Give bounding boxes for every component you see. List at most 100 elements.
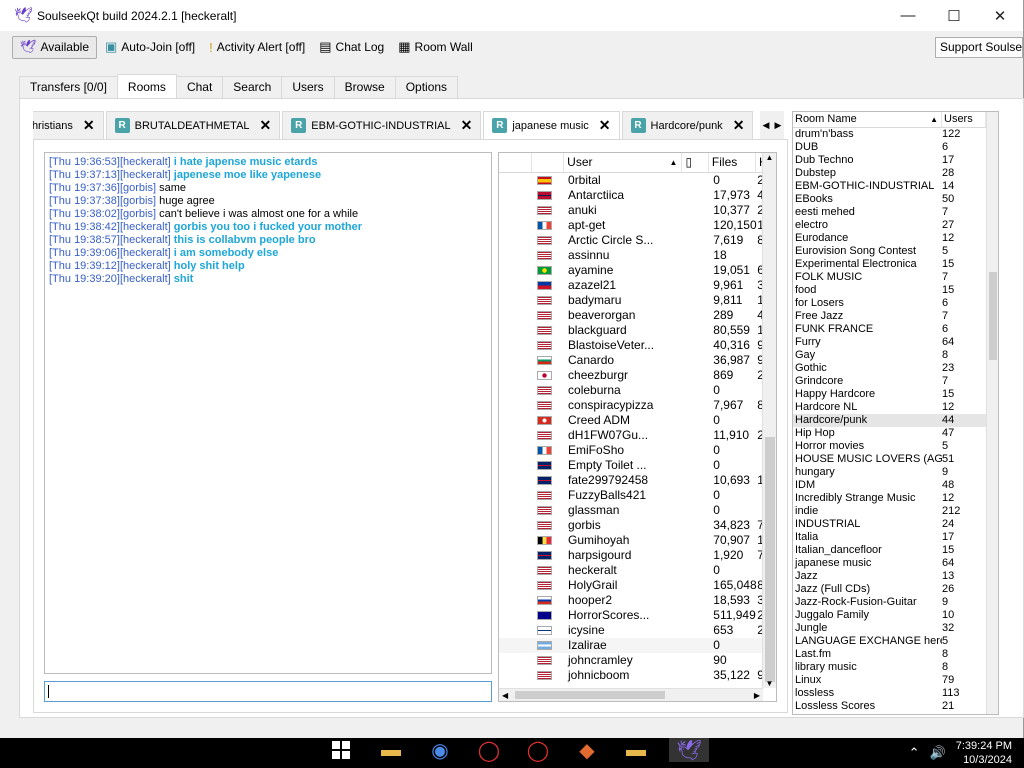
room-row[interactable]: FOLK MUSIC 7: [793, 271, 998, 284]
user-name[interactable]: Creed ADM: [566, 413, 684, 428]
file-explorer-icon[interactable]: ▬: [376, 738, 406, 762]
room-row[interactable]: eesti mehed 7: [793, 206, 998, 219]
chat-username[interactable]: [heckeralt]: [120, 260, 171, 272]
room-name-column-header[interactable]: Room Name ▲: [793, 112, 942, 127]
room-tab[interactable]: R Hardcore/punk ✕: [621, 111, 754, 139]
close-icon[interactable]: ✕: [83, 117, 95, 134]
tab-transfers[interactable]: Transfers [0/0]: [19, 76, 118, 98]
user-name[interactable]: 0rbital: [566, 173, 684, 188]
room-row[interactable]: Gothic 23: [793, 362, 998, 375]
chat-username[interactable]: [gorbis]: [120, 208, 156, 220]
table-row[interactable]: harpsigourd1,920783: [499, 548, 776, 563]
room-row[interactable]: DUB 6: [793, 141, 998, 154]
room-row[interactable]: Last.fm 8: [793, 648, 998, 661]
tab-users[interactable]: Users: [281, 76, 335, 98]
user-name[interactable]: icysine: [566, 623, 684, 638]
chrome-icon[interactable]: ◉: [425, 738, 455, 762]
activity-alert-button[interactable]: ! Activity Alert [off]: [203, 36, 311, 59]
table-row[interactable]: 0rbital0258: [499, 173, 776, 188]
room-row[interactable]: Jazz (Full CDs) 26: [793, 583, 998, 596]
user-list-hscroll[interactable]: ◀ ▶: [499, 688, 763, 701]
table-row[interactable]: HolyGrail165,048804: [499, 578, 776, 593]
room-row[interactable]: Horror movies 5: [793, 440, 998, 453]
folder-icon[interactable]: ▬: [621, 738, 651, 762]
hscroll-thumb[interactable]: [515, 691, 665, 699]
room-row[interactable]: Free Jazz 7: [793, 310, 998, 323]
room-row[interactable]: hungary 9: [793, 466, 998, 479]
room-row[interactable]: Eurodance 12: [793, 232, 998, 245]
note-icon[interactable]: ▯: [682, 153, 709, 172]
table-row[interactable]: Izalirae 0: [499, 638, 776, 653]
soulseek-taskbar-icon[interactable]: 🕊: [669, 738, 709, 762]
user-name[interactable]: Arctic Circle S...: [566, 233, 684, 248]
room-row[interactable]: Italian_dancefloor 15: [793, 544, 998, 557]
chat-username[interactable]: [heckeralt]: [120, 221, 171, 233]
room-row[interactable]: FUNK FRANCE 6: [793, 323, 998, 336]
user-name[interactable]: Antarctiica: [566, 188, 684, 203]
user-name[interactable]: fate299792458: [566, 473, 684, 488]
user-name[interactable]: coleburna: [566, 383, 684, 398]
room-scroll-thumb[interactable]: [989, 272, 997, 360]
room-tab[interactable]: Rjapanese music ✕: [483, 111, 620, 139]
files-column-header[interactable]: Files: [709, 153, 757, 172]
user-name[interactable]: blackguard: [566, 323, 684, 338]
user-name[interactable]: dH1FW07Gu...: [566, 428, 684, 443]
user-name[interactable]: harpsigourd: [566, 548, 684, 563]
chevron-left-icon[interactable]: ◀: [760, 120, 772, 131]
tab-rooms[interactable]: Rooms: [116, 74, 177, 98]
table-row[interactable]: johncramley 90: [499, 653, 776, 668]
scroll-down-icon[interactable]: ▼: [763, 679, 776, 688]
chat-username[interactable]: [heckeralt]: [120, 273, 171, 285]
user-name[interactable]: Izalirae: [566, 638, 684, 653]
user-name[interactable]: cheezburgr: [566, 368, 684, 383]
table-row[interactable]: beaverorgan289497: [499, 308, 776, 323]
user-name[interactable]: anuki: [566, 203, 684, 218]
table-row[interactable]: ayamine19,051660: [499, 263, 776, 278]
flag-column-header[interactable]: [532, 153, 565, 172]
tab-search[interactable]: Search: [222, 76, 283, 98]
close-icon[interactable]: ✕: [461, 117, 473, 134]
user-name[interactable]: Empty Toilet ...: [566, 458, 684, 473]
room-row[interactable]: EBooks 50: [793, 193, 998, 206]
chat-username[interactable]: [heckeralt]: [120, 234, 171, 246]
room-row[interactable]: EBM-GOTHIC-INDUSTRIAL 14: [793, 180, 998, 193]
close-button[interactable]: ✕: [977, 0, 1023, 31]
room-row[interactable]: Gay 8: [793, 349, 998, 362]
room-row[interactable]: Hardcore/punk 44: [793, 414, 998, 427]
room-row[interactable]: food 15: [793, 284, 998, 297]
table-row[interactable]: FuzzyBalls421 0: [499, 488, 776, 503]
table-row[interactable]: dH1FW07Gu...11,910299: [499, 428, 776, 443]
room-row[interactable]: japanese music 64: [793, 557, 998, 570]
user-name[interactable]: assinnu: [566, 248, 684, 263]
opera-icon[interactable]: ◯: [474, 738, 504, 762]
room-row[interactable]: for Losers 6: [793, 297, 998, 310]
room-row[interactable]: drum'n'bass 122: [793, 128, 998, 141]
table-row[interactable]: anuki10,377200: [499, 203, 776, 218]
user-name[interactable]: ayamine: [566, 263, 684, 278]
windows-start-icon[interactable]: [332, 741, 350, 759]
table-row[interactable]: BlastoiseVeter...40,316978: [499, 338, 776, 353]
close-icon[interactable]: ✕: [599, 117, 611, 134]
table-row[interactable]: coleburna 0: [499, 383, 776, 398]
room-tab-scroller[interactable]: ◀ ▶: [760, 111, 784, 139]
chat-input[interactable]: [44, 681, 492, 702]
table-row[interactable]: Canardo36,987928: [499, 353, 776, 368]
user-name[interactable]: Gumihoyah: [566, 533, 684, 548]
room-list-vscroll[interactable]: [986, 112, 998, 714]
table-row[interactable]: HorrorScores...511,94925.: [499, 608, 776, 623]
room-row[interactable]: Eurovision Song Contest 5: [793, 245, 998, 258]
user-column-header[interactable]: User ▲: [564, 153, 683, 172]
user-name[interactable]: HorrorScores...: [566, 608, 684, 623]
table-row[interactable]: glassman 0: [499, 503, 776, 518]
room-row[interactable]: indie 212: [793, 505, 998, 518]
clock[interactable]: 7:39:24 PM 10/3/2024: [956, 739, 1024, 767]
table-row[interactable]: blackguard80,559102: [499, 323, 776, 338]
status-available-button[interactable]: 🕊 Available: [12, 35, 97, 59]
room-row[interactable]: library music 8: [793, 661, 998, 674]
room-row[interactable]: Jazz-Rock-Fusion-Guitar 9: [793, 596, 998, 609]
room-row[interactable]: Hip Hop 47: [793, 427, 998, 440]
table-row[interactable]: EmiFoSho 0: [499, 443, 776, 458]
table-row[interactable]: Arctic Circle S...7,6198.9: [499, 233, 776, 248]
room-row[interactable]: HOUSE MUSIC LOVERS (AG) 51: [793, 453, 998, 466]
chat-username[interactable]: [heckeralt]: [120, 156, 171, 168]
